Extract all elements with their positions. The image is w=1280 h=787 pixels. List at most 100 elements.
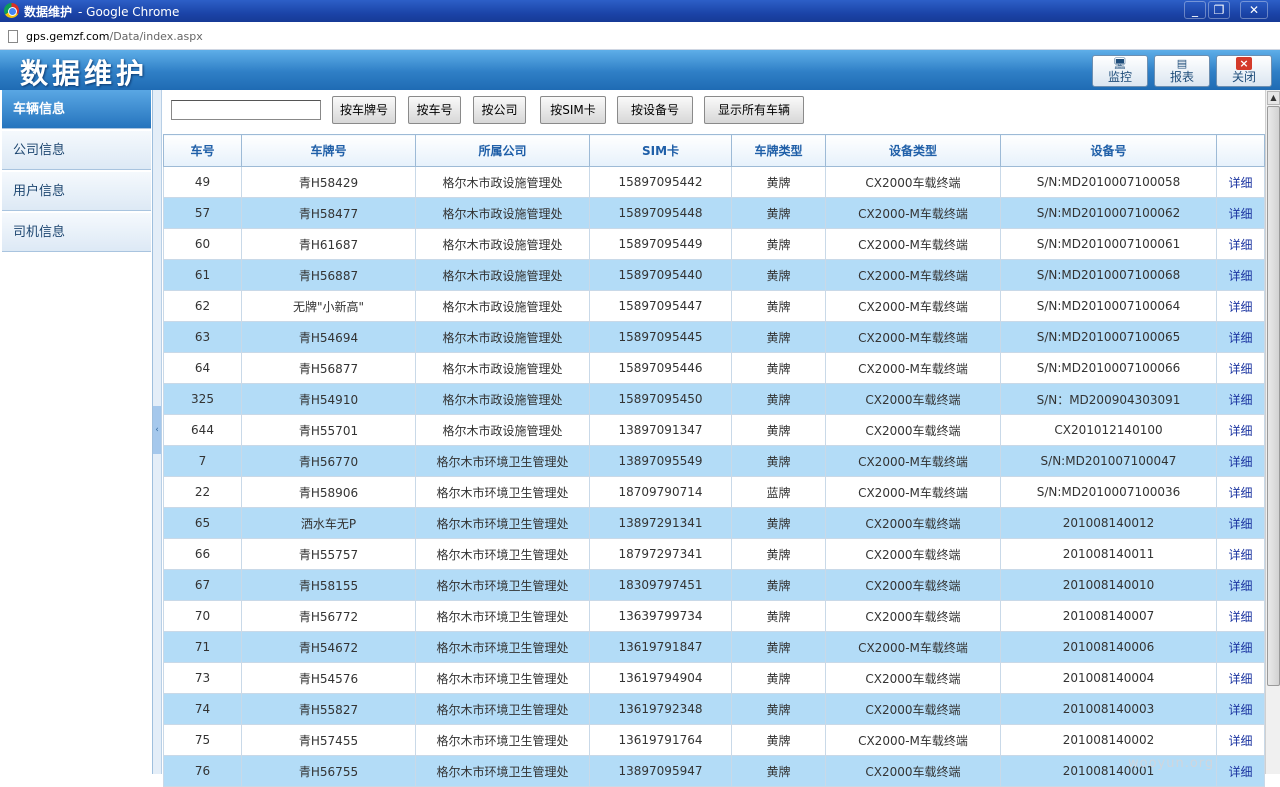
col-plate-type-cell: 黄牌 [731, 352, 826, 384]
col-device-type-cell: CX2000车载终端 [825, 662, 1001, 694]
collapse-arrow-icon[interactable]: ‹ [153, 406, 161, 454]
scrollbar-thumb[interactable] [1267, 106, 1280, 686]
col-plate-cell: 青H56877 [241, 352, 416, 384]
col-plate-cell: 青H56887 [241, 259, 416, 291]
detail-link[interactable]: 详细 [1216, 166, 1265, 198]
col-vehicle-number-cell: 63 [163, 321, 242, 353]
minimize-button[interactable]: _ [1184, 1, 1206, 19]
detail-link[interactable]: 详细 [1216, 507, 1265, 539]
detail-link[interactable]: 详细 [1216, 259, 1265, 291]
col-vehicle-number-cell: 76 [163, 755, 242, 787]
detail-link[interactable]: 详细 [1216, 693, 1265, 725]
table-row[interactable]: 70 青H56772 格尔木市环境卫生管理处 13639799734 黄牌 CX2000车… [163, 600, 1265, 632]
sidebar-item-company-info[interactable]: 公司信息 [2, 131, 151, 170]
report-button[interactable]: ▤ 报表 [1154, 55, 1210, 87]
col-sim-cell: 15897095446 [589, 352, 732, 384]
table-row[interactable]: 7 青H56770 格尔木市环境卫生管理处 13897095549 黄牌 CX2000-M… [163, 445, 1265, 477]
detail-link[interactable]: 详细 [1216, 476, 1265, 508]
detail-link[interactable]: 详细 [1216, 321, 1265, 353]
detail-link[interactable]: 详细 [1216, 445, 1265, 477]
window-close-button[interactable]: ✕ [1240, 1, 1268, 19]
scroll-up-arrow-icon[interactable]: ▲ [1267, 91, 1280, 105]
col-device-type-cell: CX2000车载终端 [825, 569, 1001, 601]
col-plate-header: 车牌号 [241, 134, 416, 167]
table-row[interactable]: 644 青H55701 格尔木市政设施管理处 13897091347 黄牌 CX2000车… [163, 414, 1265, 446]
table-row[interactable]: 61 青H56887 格尔木市政设施管理处 15897095440 黄牌 CX2000-M… [163, 259, 1265, 291]
table-row[interactable]: 65 洒水车无P 格尔木市环境卫生管理处 13897291341 黄牌 CX2000车载终… [163, 507, 1265, 539]
table-row[interactable]: 66 青H55757 格尔木市环境卫生管理处 18797297341 黄牌 CX2000车… [163, 538, 1265, 570]
table-row[interactable]: 74 青H55827 格尔木市环境卫生管理处 13619792348 黄牌 CX2000车… [163, 693, 1265, 725]
detail-link[interactable]: 详细 [1216, 538, 1265, 570]
col-vehicle-number-cell: 325 [163, 383, 242, 415]
search-input[interactable] [171, 100, 321, 120]
detail-link[interactable]: 详细 [1216, 414, 1265, 446]
table-row[interactable]: 63 青H54694 格尔木市政设施管理处 15897095445 黄牌 CX2000-M… [163, 321, 1265, 353]
table-row[interactable]: 325 青H54910 格尔木市政设施管理处 15897095450 黄牌 CX2000车… [163, 383, 1265, 415]
search-by-device-button[interactable]: 按设备号 [617, 96, 693, 124]
address-bar[interactable]: gps.gemzf.com/Data/index.aspx [0, 22, 1280, 50]
col-device-number-cell: 201008140004 [1000, 662, 1217, 694]
col-company-cell: 格尔木市环境卫生管理处 [415, 693, 590, 725]
table-row[interactable]: 57 青H58477 格尔木市政设施管理处 15897095448 黄牌 CX2000-M… [163, 197, 1265, 229]
col-company-cell: 格尔木市环境卫生管理处 [415, 600, 590, 632]
col-sim-header: SIM卡 [589, 134, 732, 167]
table-row[interactable]: 76 青H56755 格尔木市环境卫生管理处 13897095947 黄牌 CX2000车… [163, 755, 1265, 787]
search-by-vehicle-number-button[interactable]: 按车号 [408, 96, 461, 124]
table-row[interactable]: 49 青H58429 格尔木市政设施管理处 15897095442 黄牌 CX2000车载… [163, 166, 1265, 198]
col-sim-cell: 15897095450 [589, 383, 732, 415]
detail-link[interactable]: 详细 [1216, 600, 1265, 632]
col-plate-type-cell: 黄牌 [731, 755, 826, 787]
detail-link[interactable]: 详细 [1216, 662, 1265, 694]
sidebar-item-driver-info[interactable]: 司机信息 [2, 213, 151, 252]
table-row[interactable]: 64 青H56877 格尔木市政设施管理处 15897095446 黄牌 CX2000-M… [163, 352, 1265, 384]
detail-link[interactable]: 详细 [1216, 197, 1265, 229]
col-device-type-cell: CX2000-M车载终端 [825, 259, 1001, 291]
table-row[interactable]: 73 青H54576 格尔木市环境卫生管理处 13619794904 黄牌 CX2000车… [163, 662, 1265, 694]
col-device-number-cell: 201008140011 [1000, 538, 1217, 570]
sidebar-item-user-info[interactable]: 用户信息 [2, 172, 151, 211]
table-row[interactable]: 60 青H61687 格尔木市政设施管理处 15897095449 黄牌 CX2000-M… [163, 228, 1265, 260]
watermark: wooyun.org [1128, 756, 1215, 771]
col-sim-cell: 13639799734 [589, 600, 732, 632]
col-plate-type-cell: 黄牌 [731, 662, 826, 694]
col-sim-cell: 15897095448 [589, 197, 732, 229]
col-device-number-cell: 201008140007 [1000, 600, 1217, 632]
col-vehicle-number-cell: 60 [163, 228, 242, 260]
show-all-vehicles-button[interactable]: 显示所有车辆 [704, 96, 804, 124]
col-plate-type-cell: 黄牌 [731, 197, 826, 229]
col-plate-cell: 青H54910 [241, 383, 416, 415]
col-device-type-cell: CX2000-M车载终端 [825, 724, 1001, 756]
vertical-scrollbar[interactable]: ▲ [1265, 90, 1280, 774]
detail-link[interactable]: 详细 [1216, 352, 1265, 384]
search-by-plate-button[interactable]: 按车牌号 [332, 96, 396, 124]
search-by-sim-button[interactable]: 按SIM卡 [540, 96, 606, 124]
col-sim-cell: 15897095445 [589, 321, 732, 353]
col-sim-cell: 18797297341 [589, 538, 732, 570]
detail-link[interactable]: 详细 [1216, 631, 1265, 663]
table-row[interactable]: 71 青H54672 格尔木市环境卫生管理处 13619791847 黄牌 CX2000-… [163, 631, 1265, 663]
table-row[interactable]: 22 青H58906 格尔木市环境卫生管理处 18709790714 蓝牌 CX2000-… [163, 476, 1265, 508]
detail-link[interactable]: 详细 [1216, 290, 1265, 322]
url-text[interactable]: gps.gemzf.com/Data/index.aspx [26, 30, 203, 43]
table-row[interactable]: 67 青H58155 格尔木市环境卫生管理处 18309797451 黄牌 CX2000车… [163, 569, 1265, 601]
sidebar-splitter[interactable]: ‹ [153, 90, 162, 774]
monitor-button[interactable]: 🖥 监控 [1092, 55, 1148, 87]
detail-link[interactable]: 详细 [1216, 569, 1265, 601]
maximize-button[interactable]: ❐ [1208, 1, 1230, 19]
detail-link[interactable]: 详细 [1216, 228, 1265, 260]
col-device-type-header: 设备类型 [825, 134, 1001, 167]
detail-link[interactable]: 详细 [1216, 383, 1265, 415]
table-row[interactable]: 62 无牌"小新高" 格尔木市政设施管理处 15897095447 黄牌 CX2000-M… [163, 290, 1265, 322]
table-row[interactable]: 75 青H57455 格尔木市环境卫生管理处 13619791764 黄牌 CX2000-… [163, 724, 1265, 756]
col-plate-type-cell: 黄牌 [731, 383, 826, 415]
table-header-row: 车号 车牌号 所属公司 SIM卡 车牌类型 设备类型 设备号 [163, 134, 1265, 167]
col-device-type-cell: CX2000-M车载终端 [825, 197, 1001, 229]
search-by-company-button[interactable]: 按公司 [473, 96, 526, 124]
sidebar-item-vehicle-info[interactable]: 车辆信息 [2, 90, 151, 129]
search-toolbar: 按车牌号 按车号 按公司 按SIM卡 按设备号 显示所有车辆 [163, 90, 1265, 132]
close-app-button[interactable]: × 关闭 [1216, 55, 1272, 87]
detail-link[interactable]: 详细 [1216, 724, 1265, 756]
detail-link[interactable]: 详细 [1216, 755, 1265, 787]
col-vehicle-number-cell: 75 [163, 724, 242, 756]
col-plate-cell: 无牌"小新高" [241, 290, 416, 322]
